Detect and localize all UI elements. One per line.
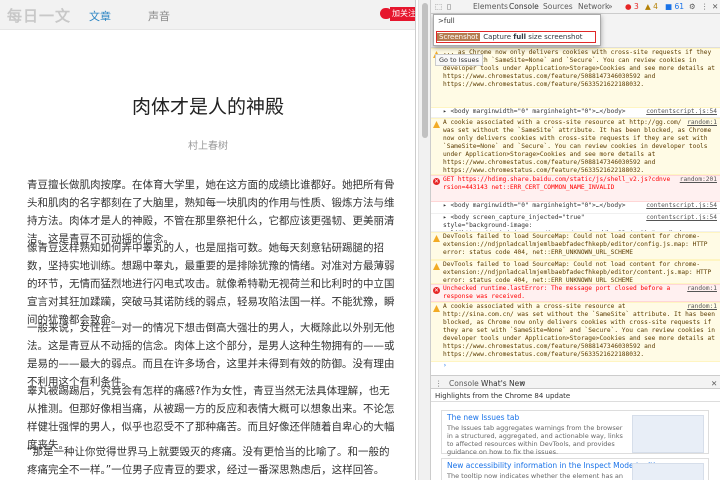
error-count: 3 bbox=[633, 2, 639, 11]
warning-icon bbox=[433, 121, 440, 128]
console-message[interactable]: DevTools failed to load SourceMap: Could… bbox=[431, 260, 720, 284]
drawer-tabbar: ⋮ Console What's New ✕ ✕ bbox=[431, 375, 720, 389]
article: 肉体才是人的神殿 村上春树 青豆擅长做肌肉按摩。在体育大学里，她在这方面的成绩比… bbox=[0, 30, 415, 480]
console-message[interactable]: DevTools failed to load SourceMap: Could… bbox=[431, 232, 720, 260]
warning-icon bbox=[433, 305, 440, 312]
error-count-badge[interactable]: ● 3 bbox=[625, 2, 639, 11]
weibo-follow-label: 加关注 bbox=[390, 7, 415, 21]
weibo-follow-button[interactable]: 加关注 bbox=[380, 7, 415, 21]
drawer-tab-console[interactable]: Console bbox=[449, 379, 479, 388]
message-source-link[interactable]: random:1 bbox=[687, 285, 717, 293]
card-thumbnail bbox=[632, 415, 704, 453]
tab-network[interactable]: Network bbox=[578, 2, 609, 11]
error-icon: ✕ bbox=[433, 287, 440, 294]
card-body: The Issues tab aggregates warnings from … bbox=[447, 424, 623, 456]
article-paragraph: “那是一种让你觉得世界马上就要毁灭的疼痛。没有更恰当的比喻了。和一般的疼痛完全不… bbox=[27, 446, 390, 476]
device-toolbar-icon[interactable]: ▯ bbox=[447, 2, 451, 11]
message-source-link[interactable]: contentscript.js:54 bbox=[646, 202, 717, 210]
scrollbar-thumb[interactable] bbox=[422, 3, 428, 138]
tab-console[interactable]: Console bbox=[509, 2, 539, 11]
command-label-prefix: Capture bbox=[483, 33, 514, 41]
nav-tab-audio[interactable]: 声音 bbox=[148, 8, 170, 24]
nav-tab-articles[interactable]: 文章 bbox=[89, 8, 111, 24]
close-tab-icon[interactable]: ✕ bbox=[519, 379, 525, 388]
console-message[interactable]: ✕ random:1 Unchecked runtime.lastError: Th… bbox=[431, 284, 720, 302]
warning-count-badge[interactable]: ▲ 4 bbox=[645, 2, 658, 11]
console-message[interactable]: random:1 A cookie associated with a cross… bbox=[431, 302, 720, 362]
page-scrollbar[interactable] bbox=[418, 0, 430, 480]
message-text: ▸ <body marginwidth="0" marginheight="0"… bbox=[443, 202, 626, 209]
message-text: Unchecked runtime.lastError: The message… bbox=[443, 285, 671, 300]
drawer-menu-icon[interactable]: ⋮ bbox=[435, 379, 443, 388]
devtools-tabbar: ⬚ ▯ Elements Console Sources Network » ●… bbox=[431, 0, 720, 14]
more-tabs-icon[interactable]: » bbox=[608, 2, 613, 11]
console-message[interactable]: ✕ random:201 GET https://hdimg.share.baidu… bbox=[431, 175, 720, 202]
close-drawer-icon[interactable]: ✕ bbox=[711, 379, 717, 388]
command-menu-input[interactable]: >full bbox=[438, 17, 596, 27]
message-source-link[interactable]: contentscript.js:54 bbox=[646, 214, 717, 222]
console-message[interactable]: contentscript.js:54 ▸ <body marginwidth="… bbox=[431, 202, 720, 214]
card-thumbnail bbox=[632, 463, 704, 480]
devtools-panel: ⬚ ▯ Elements Console Sources Network » ●… bbox=[430, 0, 720, 480]
warning-count: 4 bbox=[653, 2, 658, 11]
command-label-match: full bbox=[513, 33, 527, 41]
command-label-suffix: size screenshot bbox=[526, 33, 583, 41]
article-paragraph: 像青豆这样熟知如何弄中睾丸的人，也是屈指可数。她每天刻意钻研踢腿的招数，坚持实地… bbox=[27, 242, 395, 326]
settings-gear-icon[interactable]: ⚙ bbox=[689, 2, 696, 11]
close-devtools-icon[interactable]: ✕ bbox=[712, 2, 718, 11]
site-logo[interactable]: 每日一文 bbox=[7, 5, 71, 26]
console-message[interactable]: contentscript.js:54 ▸ <body marginwidth="… bbox=[431, 108, 720, 118]
site-header: 每日一文 文章 声音 加关注 bbox=[0, 0, 415, 30]
message-text: DevTools failed to load SourceMap: Could… bbox=[443, 233, 708, 256]
tab-sources[interactable]: Sources bbox=[543, 2, 573, 11]
message-text: ... as Chrome now only delivers cookies … bbox=[443, 49, 715, 88]
article-paragraph: 一般来说，女性在一对一的情况下想击倒高大强壮的男人，大概除此以外别无他法。这是青… bbox=[27, 322, 395, 388]
console-message[interactable]: contentscript.js:54 ▸ <body screen_captur… bbox=[431, 214, 720, 232]
command-category-badge: Screenshot bbox=[437, 33, 481, 41]
inspect-element-icon[interactable]: ⬚ bbox=[435, 2, 442, 11]
info-count-badge[interactable]: ■ 61 bbox=[665, 2, 684, 11]
error-icon: ✕ bbox=[433, 178, 440, 185]
webpage-viewport: 每日一文 文章 声音 加关注 肉体才是人的神殿 村上春树 青豆擅长做肌肉按摩。在… bbox=[0, 0, 416, 480]
message-text: A cookie associated with a cross-site re… bbox=[443, 119, 712, 174]
whats-new-card[interactable]: New accessibility information in the Ins… bbox=[441, 458, 709, 480]
message-text: A cookie associated with a cross-site re… bbox=[443, 303, 715, 358]
whats-new-card[interactable]: The new Issues tab The Issues tab aggreg… bbox=[441, 410, 709, 456]
warning-icon bbox=[433, 263, 440, 270]
message-source-link[interactable]: random:201 bbox=[680, 176, 717, 184]
article-paragraph: 青豆擅长做肌肉按摩。在体育大学里，她在这方面的成绩比谁都好。她把所有骨头和肌肉的… bbox=[27, 179, 395, 245]
console-message[interactable]: random:1 A cookie associated with a cross… bbox=[431, 118, 720, 175]
go-to-issues-button[interactable]: Go to Issues bbox=[435, 54, 483, 66]
message-text: DevTools failed to load SourceMap: Could… bbox=[443, 261, 712, 284]
message-source-link[interactable]: contentscript.js:54 bbox=[646, 108, 717, 116]
message-text: ▸ <body marginwidth="0" marginheight="0"… bbox=[443, 108, 626, 115]
message-source-link[interactable]: random:1 bbox=[687, 303, 717, 311]
card-body: The tooltip now indicates whether the el… bbox=[447, 472, 624, 480]
tab-elements[interactable]: Elements bbox=[473, 2, 508, 11]
article-title: 肉体才是人的神殿 bbox=[131, 96, 284, 118]
command-result-capture-full-screenshot[interactable]: Screenshot Capture full size screenshot bbox=[436, 31, 596, 43]
more-options-icon[interactable]: ⋮ bbox=[701, 2, 709, 11]
article-author: 村上春树 bbox=[188, 141, 228, 152]
warning-icon bbox=[433, 235, 440, 242]
message-text: GET https://hdimg.share.baidu.com/static… bbox=[443, 176, 671, 191]
command-menu: >full Screenshot Capture full size screen… bbox=[433, 14, 601, 46]
info-count: 61 bbox=[674, 2, 685, 11]
console-prompt-input[interactable]: › bbox=[431, 362, 720, 372]
whats-new-header: Highlights from the Chrome 84 update bbox=[431, 390, 720, 402]
message-source-link[interactable]: random:1 bbox=[687, 119, 717, 127]
